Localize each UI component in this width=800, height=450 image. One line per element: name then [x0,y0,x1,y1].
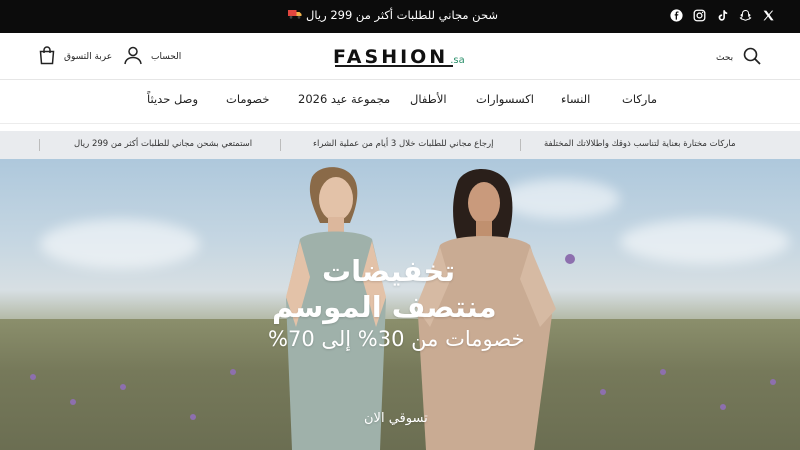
search-label: بحث [716,52,734,63]
nav-item-new-arrivals[interactable]: وصل حديثاً [147,92,198,106]
benefit-curated-brands: ماركات مختارة بعناية لتناسب ذوقك واطلالا… [544,139,736,149]
announcement-text: شحن مجاني للطلبات أكثر من 299 ريال [306,8,498,22]
instagram-icon[interactable] [693,9,706,22]
shop-now-link[interactable]: تسوقي الان [364,411,428,426]
tiktok-icon[interactable] [716,9,729,22]
benefit-free-shipping: استمتعي بشحن مجاني للطلبات أكثر من 299 ر… [74,139,253,149]
announcement-promo: شحن مجاني للطلبات أكثر من 299 ريال [288,8,498,22]
hero-title-line1: تخفيضات [322,254,456,288]
lavender-flower [30,374,36,380]
nav-item-kids[interactable]: الأطفال [410,92,447,106]
nav-item-brands[interactable]: ماركات [622,92,657,106]
cart-button[interactable]: عربة التسوق [38,45,112,68]
account-button[interactable]: الحساب [123,45,181,68]
nav-item-sale[interactable]: خصومات [226,92,270,106]
lavender-flower [720,404,726,410]
shopping-bag-icon [38,45,56,68]
benefit-divider [520,139,521,151]
lavender-flower [770,379,776,385]
hero-title-line2: منتصف الموسم [272,290,497,324]
cloud [620,219,790,264]
user-icon [123,45,143,68]
site-header: عربة التسوق الحساب FASHION .sa بحث [0,33,800,80]
logo-underline [335,65,453,67]
delivery-truck-icon [288,8,302,22]
cart-label: عربة التسوق [64,51,113,62]
main-nav: ماركات النساء اكسسوارات الأطفال مجموعة ع… [0,80,800,124]
benefits-strip: ماركات مختارة بعناية لتناسب ذوقك واطلالا… [0,131,800,159]
announcement-bar: شحن مجاني للطلبات أكثر من 299 ريال [0,0,800,33]
lavender-flower [230,369,236,375]
benefit-divider [280,139,281,151]
benefit-divider [39,139,40,151]
lavender-flower [600,389,606,395]
social-links [670,9,775,22]
benefit-free-returns: إرجاع مجاني للطلبات خلال 3 أيام من عملية… [313,139,494,149]
hero-banner[interactable]: تخفيضات منتصف الموسم خصومات من 30% إلى 7… [0,159,800,450]
account-label: الحساب [151,51,182,62]
x-icon[interactable] [762,9,775,22]
nav-item-accessories[interactable]: اكسسوارات [476,92,534,106]
nav-item-eid-collection[interactable]: مجموعة عيد 2026 [298,92,390,106]
lavender-flower [190,414,196,420]
hero-subtitle: خصومات من 30% إلى 70% [268,327,525,351]
search-button[interactable]: بحث [716,47,761,68]
nav-item-women[interactable]: النساء [561,92,590,106]
snapchat-icon[interactable] [739,9,752,22]
lavender-flower [70,399,76,405]
search-icon [743,47,761,68]
facebook-icon[interactable] [670,9,683,22]
lavender-flower [120,384,126,390]
cloud [40,219,200,269]
lavender-flower [660,369,666,375]
